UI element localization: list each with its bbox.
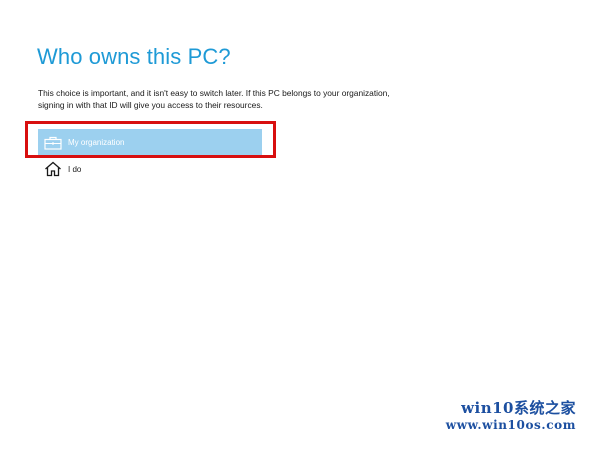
watermark-title: win10系统之家 [461, 399, 576, 417]
briefcase-icon [38, 132, 68, 154]
option-my-organization[interactable]: My organization [38, 129, 262, 156]
watermark: win10系统之家 www.win10os.com [446, 398, 576, 433]
page-description: This choice is important, and it isn't e… [38, 88, 390, 110]
option-label: I do [68, 164, 82, 174]
watermark-url: www.win10os.com [445, 418, 576, 432]
option-label: My organization [68, 138, 125, 147]
option-i-do[interactable]: I do [38, 158, 262, 180]
home-icon [38, 158, 68, 180]
page-title: Who owns this PC? [37, 44, 231, 69]
